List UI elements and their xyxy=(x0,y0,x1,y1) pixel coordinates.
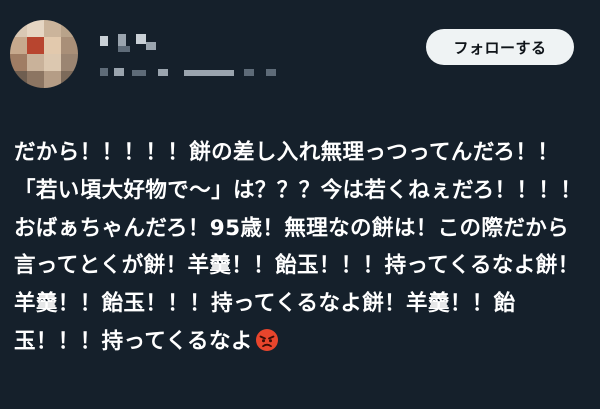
post-body: だから！！！！！餅の差し入れ無理っつってんだろ！！「若い頃大好物で〜」は？？？今… xyxy=(14,140,583,354)
post-header: (blurred) フォローする xyxy=(0,0,600,110)
display-name: (blurred) xyxy=(92,32,93,33)
angry-face-emoji xyxy=(255,328,278,351)
avatar[interactable] xyxy=(10,20,78,88)
post-card: (blurred) フォローする だから！！！！！餅の差し入れ無理っつってんだろ… xyxy=(0,0,600,409)
post-text: だから！！！！！餅の差し入れ無理っつってんだろ！！「若い頃大好物で〜」は？？？今… xyxy=(14,134,588,361)
display-name-redacted[interactable]: (blurred) xyxy=(92,32,292,82)
follow-button[interactable]: フォローする xyxy=(426,29,574,65)
